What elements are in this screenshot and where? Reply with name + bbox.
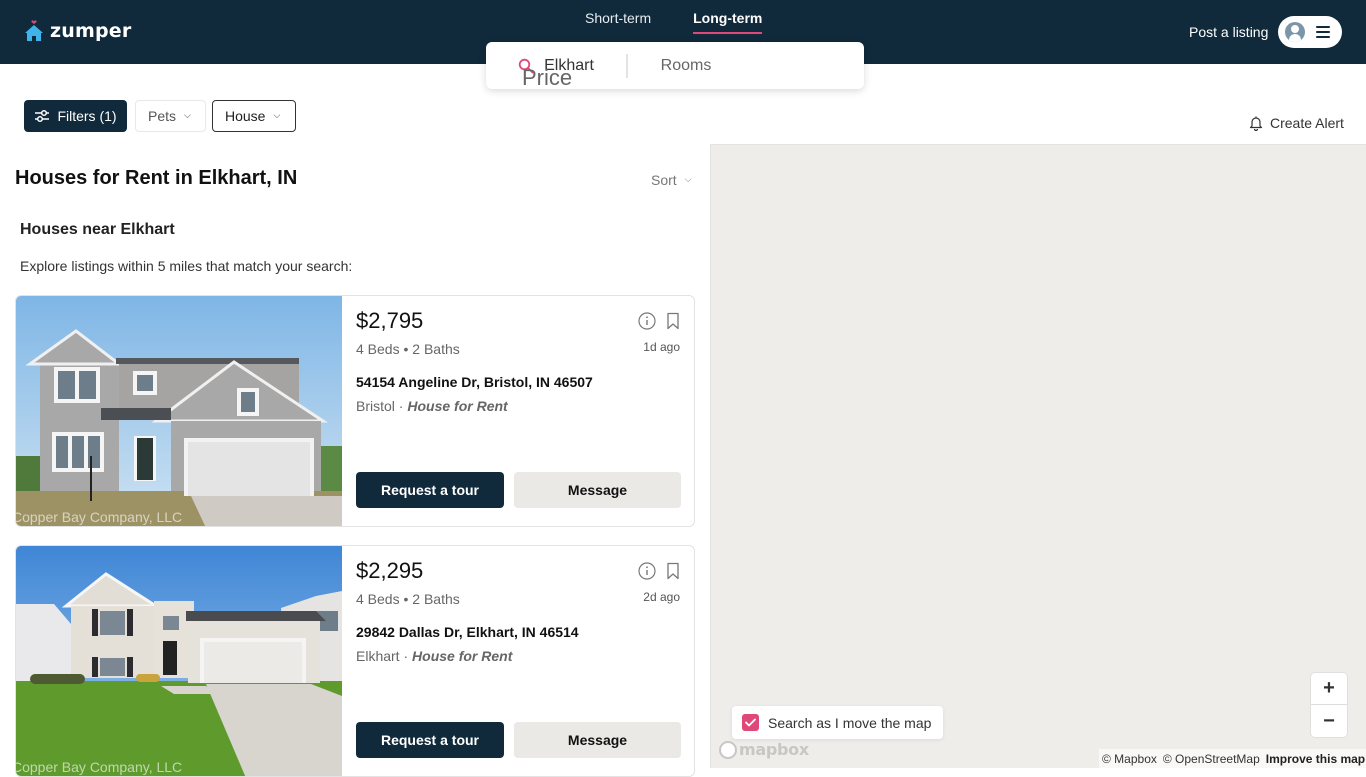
property-type-dropdown[interactable]: House ⌵ [212, 100, 296, 132]
house-heart-icon [25, 20, 43, 41]
listing-meta: Elkhart · House for Rent [356, 648, 512, 664]
osm-attribution-link[interactable]: © OpenStreetMap [1163, 752, 1260, 766]
listing-actions [638, 562, 680, 585]
tab-long-term[interactable]: Long-term [693, 10, 763, 34]
checkmark-icon [745, 718, 756, 727]
listing-posted-time: 2d ago [643, 590, 680, 604]
zoom-out-button[interactable]: − [1311, 705, 1347, 737]
map-attribution: © Mapbox © OpenStreetMap Improve this ma… [1099, 749, 1366, 769]
filters-label: Filters (1) [57, 108, 117, 124]
page-title: Houses for Rent in Elkhart, IN [15, 167, 298, 189]
chevron-down-icon: ⌵ [273, 109, 281, 120]
mapbox-attribution-link[interactable]: © Mapbox [1102, 752, 1157, 766]
section-subtitle: Explore listings within 5 miles that mat… [20, 258, 353, 274]
listing-type: House for Rent [407, 398, 508, 414]
listing-card[interactable]: Copper Bay Company, LLC $2,295 4 Beds • … [15, 545, 695, 777]
listing-price: $2,295 [356, 558, 424, 583]
create-alert-button[interactable]: Create Alert [1248, 115, 1344, 131]
sliders-icon [35, 109, 50, 123]
mapbox-logo-text: mapbox [739, 740, 809, 759]
chevron-down-icon: ⌵ [184, 109, 191, 120]
zumper-logo[interactable]: zumper [24, 20, 131, 42]
listing-meta: Bristol · House for Rent [356, 398, 508, 414]
improve-map-link[interactable]: Improve this map [1266, 752, 1365, 766]
hamburger-menu-icon [1316, 26, 1330, 38]
meta-separator: · [399, 648, 413, 664]
create-alert-label: Create Alert [1270, 115, 1344, 131]
price-filter-field[interactable]: Price [486, 54, 608, 101]
user-menu-button[interactable] [1278, 16, 1342, 48]
photo-credit: Copper Bay Company, LLC [16, 509, 183, 525]
post-listing-link[interactable]: Post a listing [1189, 24, 1268, 40]
tab-short-term[interactable]: Short-term [585, 10, 651, 34]
listing-address[interactable]: 29842 Dallas Dr, Elkhart, IN 46514 [356, 624, 579, 640]
info-icon[interactable] [638, 562, 656, 585]
meta-separator: · [394, 398, 408, 414]
search-as-move-toggle[interactable]: Search as I move the map [732, 706, 943, 739]
house-photo-image [16, 296, 342, 526]
listing-card[interactable]: Copper Bay Company, LLC $2,795 4 Beds • … [15, 295, 695, 527]
listing-beds-baths: 4 Beds • 2 Baths [356, 591, 460, 607]
sort-dropdown[interactable]: Sort ⌵ [651, 172, 692, 188]
message-button[interactable]: Message [514, 722, 681, 758]
listing-type: House for Rent [412, 648, 513, 664]
photo-credit: Copper Bay Company, LLC [16, 759, 183, 775]
search-bar: Elkhart Price Rooms [486, 42, 864, 90]
filters-button[interactable]: Filters (1) [24, 100, 127, 132]
house-photo-image [16, 546, 342, 776]
sort-label: Sort [651, 172, 677, 188]
listing-info: $2,795 4 Beds • 2 Baths 1d ago 54154 Ang… [356, 296, 694, 526]
bookmark-icon[interactable] [666, 312, 680, 335]
listing-photo[interactable]: Copper Bay Company, LLC [16, 546, 342, 776]
brand-name: zumper [50, 20, 132, 42]
listing-photo[interactable]: Copper Bay Company, LLC [16, 296, 342, 526]
listing-city: Elkhart [356, 648, 400, 664]
rooms-filter-field[interactable]: Rooms [628, 42, 744, 89]
listing-info: $2,295 4 Beds • 2 Baths 2d ago 29842 Dal… [356, 546, 694, 776]
mapbox-logo-icon [719, 740, 737, 759]
message-button[interactable]: Message [514, 472, 681, 508]
listing-address[interactable]: 54154 Angeline Dr, Bristol, IN 46507 [356, 374, 593, 390]
map-canvas[interactable]: Search as I move the map mapbox + − © Ma… [710, 144, 1366, 769]
pets-label: Pets [148, 108, 177, 124]
listing-beds-baths: 4 Beds • 2 Baths [356, 341, 460, 357]
search-as-move-checkbox[interactable] [742, 714, 759, 731]
info-icon[interactable] [638, 312, 656, 335]
avatar-icon [1285, 22, 1305, 42]
map-zoom-controls: + − [1311, 673, 1347, 737]
search-as-move-label: Search as I move the map [768, 714, 932, 731]
chevron-down-icon: ⌵ [684, 173, 692, 184]
listing-actions [638, 312, 680, 335]
bookmark-icon[interactable] [666, 562, 680, 585]
pets-filter-dropdown[interactable]: Pets ⌵ [135, 100, 206, 132]
rental-term-tabs: Short-term Long-term [585, 10, 763, 34]
mapbox-logo[interactable]: mapbox [719, 740, 809, 759]
listing-city: Bristol [356, 398, 395, 414]
zoom-in-button[interactable]: + [1311, 673, 1347, 705]
bell-icon [1249, 116, 1263, 131]
listing-price: $2,795 [356, 308, 424, 333]
house-label: House [225, 108, 266, 124]
request-tour-button[interactable]: Request a tour [356, 722, 504, 758]
listing-posted-time: 1d ago [643, 340, 680, 354]
request-tour-button[interactable]: Request a tour [356, 472, 504, 508]
section-title: Houses near Elkhart [20, 221, 175, 238]
